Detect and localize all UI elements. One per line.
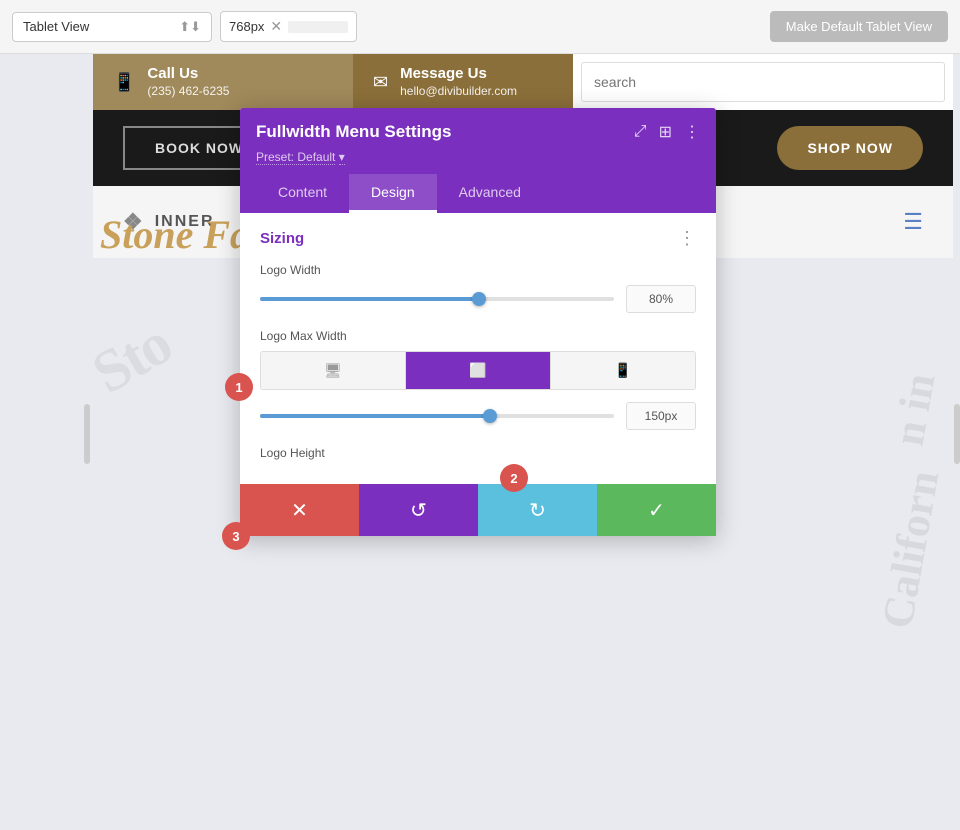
panel-preset[interactable]: Preset: Default ▾ [256,150,700,164]
cancel-button[interactable]: ✕ [240,484,359,536]
site-message-section: ✉ Message Us hello@divibuilder.com [353,54,573,110]
px-slider-mini [288,21,348,33]
badge-2: 2 [500,464,528,492]
device-tab-tablet[interactable]: ⬜ [406,352,551,389]
message-email: hello@divibuilder.com [400,84,517,98]
watermark-right-bottom: Californ [872,467,950,632]
logo-width-track[interactable] [260,297,614,301]
tab-content[interactable]: Content [256,174,349,213]
logo-width-label: Logo Width [260,263,696,277]
logo-width-value[interactable]: 80% [626,285,696,313]
more-icon[interactable]: ⋮ [684,122,700,142]
right-scroll-handle[interactable] [954,404,960,464]
phone-icon: 📱 [113,72,135,93]
device-tabs: 🖥 ⬜ 📱 [260,351,696,390]
watermark-right-top: n in [883,370,946,450]
px-input[interactable]: 768px ✕ [220,11,357,42]
px-clear-button[interactable]: ✕ [270,18,282,35]
view-select-label: Tablet View [23,19,89,34]
badge-3: 3 [222,522,250,550]
shop-now-button[interactable]: SHOP NOW [777,126,923,170]
message-label: Message Us [400,65,517,82]
view-select-arrow: ⬆⬇ [179,19,201,35]
device-tab-mobile[interactable]: 📱 [551,352,695,389]
preview-area: 📱 Call Us (235) 462-6235 ✉ Message Us he… [0,54,960,258]
save-button[interactable]: ✓ [597,484,716,536]
panel-header-icons: ⤢ ⊞ ⋮ [634,122,700,142]
inner-logo-icon: ❖ [123,209,145,235]
badge-1: 1 [225,373,253,401]
preset-label: Preset: Default [256,150,335,165]
call-label: Call Us [147,65,229,82]
logo-max-width-thumb[interactable] [483,409,497,423]
columns-icon[interactable]: ⊞ [659,122,672,142]
preset-arrow[interactable]: ▾ [339,150,345,165]
logo-max-width-value[interactable]: 150px [626,402,696,430]
panel-actions: ✕ ↺ ↻ ✓ [240,484,716,536]
panel-title: Fullwidth Menu Settings [256,122,451,142]
sizing-more-icon[interactable]: ⋮ [678,229,696,247]
tablet-icon: ⬜ [469,362,486,379]
logo-max-width-slider-row: 150px [260,402,696,430]
undo-button[interactable]: ↺ [359,484,478,536]
expand-icon[interactable]: ⤢ [634,123,647,141]
logo-height-label: Logo Height [260,446,696,460]
redo-button[interactable]: ↻ [478,484,597,536]
call-number: (235) 462-6235 [147,84,229,98]
sizing-section-header: Sizing ⋮ [260,229,696,247]
hamburger-icon[interactable]: ☰ [903,209,923,235]
make-default-button[interactable]: Make Default Tablet View [770,11,948,42]
device-tab-desktop[interactable]: 🖥 [261,352,406,389]
sizing-title: Sizing [260,230,304,247]
panel-header-top: Fullwidth Menu Settings ⤢ ⊞ ⋮ [256,122,700,142]
site-call-text: Call Us (235) 462-6235 [147,65,229,100]
logo-max-width-label: Logo Max Width [260,329,696,343]
logo-width-fill [260,297,479,301]
email-icon: ✉ [373,72,388,93]
logo-width-slider-row: 80% [260,285,696,313]
search-input[interactable] [594,74,932,90]
logo-width-thumb[interactable] [472,292,486,306]
view-select[interactable]: Tablet View ⬆⬇ [12,12,212,42]
panel-body: Sizing ⋮ Logo Width 80% Logo Max Width 🖥 [240,213,716,484]
logo-max-width-fill [260,414,490,418]
site-search[interactable] [581,62,945,102]
tab-advanced[interactable]: Advanced [437,174,543,213]
inner-logo: ❖ INNER [123,209,215,235]
px-value: 768px [229,19,264,34]
inner-logo-text: INNER [155,213,215,231]
mobile-icon: 📱 [614,362,631,379]
site-call-section: 📱 Call Us (235) 462-6235 [93,54,353,110]
site-message-text: Message Us hello@divibuilder.com [400,65,517,100]
panel-tabs: Content Design Advanced [256,174,700,213]
top-toolbar: Tablet View ⬆⬇ 768px ✕ Make Default Tabl… [0,0,960,54]
left-scroll-handle[interactable] [84,404,90,464]
panel-header: Fullwidth Menu Settings ⤢ ⊞ ⋮ Preset: De… [240,108,716,213]
logo-max-width-track[interactable] [260,414,614,418]
watermark-left: Sto [81,309,182,407]
settings-panel: Fullwidth Menu Settings ⤢ ⊞ ⋮ Preset: De… [240,108,716,536]
tab-design[interactable]: Design [349,174,437,213]
desktop-icon: 🖥 [324,362,342,379]
site-topbar: 📱 Call Us (235) 462-6235 ✉ Message Us he… [93,54,953,110]
